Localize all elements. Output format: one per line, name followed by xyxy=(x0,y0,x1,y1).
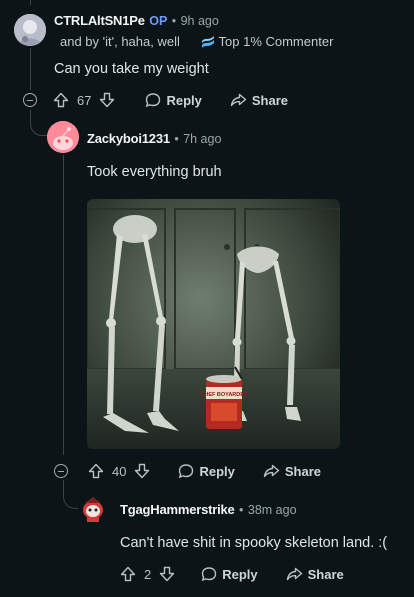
upvote-icon[interactable] xyxy=(88,463,104,479)
avatar[interactable] xyxy=(14,14,46,46)
share-button[interactable]: Share xyxy=(286,566,344,582)
collapse-icon[interactable] xyxy=(23,93,37,107)
reply-icon xyxy=(201,566,217,582)
upvote-icon[interactable] xyxy=(53,92,69,108)
reply-button[interactable]: Reply xyxy=(201,566,258,582)
vote-count: 2 xyxy=(144,566,152,582)
separator-dot: • xyxy=(174,132,179,146)
reply-button[interactable]: Reply xyxy=(178,463,235,479)
thread-line xyxy=(63,155,64,455)
thread-line-top xyxy=(30,0,31,5)
vote-count: 67 xyxy=(77,92,92,108)
username[interactable]: Zackyboi1231 xyxy=(87,131,170,146)
reply-icon xyxy=(178,463,194,479)
quoted-snippet: and by 'it', haha, well xyxy=(60,34,180,49)
collapse-icon[interactable] xyxy=(54,464,68,478)
share-icon xyxy=(286,566,303,582)
share-label: Share xyxy=(284,463,322,479)
timestamp: 9h ago xyxy=(180,14,219,28)
share-icon xyxy=(230,92,247,108)
comment-body: Can't have shit in spooky skeleton land.… xyxy=(120,535,388,551)
comment-actions: 2 Reply Share xyxy=(120,561,344,587)
reply-label: Reply xyxy=(199,463,235,479)
vote-group: 2 xyxy=(120,566,175,582)
downvote-icon[interactable] xyxy=(134,463,150,479)
avatar[interactable] xyxy=(47,121,79,153)
thread-connector xyxy=(30,110,47,136)
share-label: Share xyxy=(251,92,289,108)
comment-sub-line: and by 'it', haha, well Top 1% Commenter xyxy=(60,34,333,51)
timestamp: 7h ago xyxy=(183,132,222,146)
can-label: CHEF BOYARDEE xyxy=(200,392,247,398)
downvote-icon[interactable] xyxy=(99,92,115,108)
share-button[interactable]: Share xyxy=(230,92,288,108)
comment-header: CTRLAltSN1Pe OP • 9h ago xyxy=(54,12,219,30)
share-button[interactable]: Share xyxy=(263,463,321,479)
reply-icon xyxy=(145,92,161,108)
comment-body: Can you take my weight xyxy=(54,61,209,77)
comment-body: Took everything bruh xyxy=(87,164,222,180)
separator-dot: • xyxy=(239,503,244,517)
thread-connector xyxy=(63,480,79,509)
vote-count: 40 xyxy=(112,463,127,479)
reply-label: Reply xyxy=(222,566,258,582)
op-badge: OP xyxy=(149,14,168,28)
comment-header: Zackyboi1231 • 7h ago xyxy=(87,130,221,148)
skeleton-legs-photo: CHEF BOYARDEE xyxy=(87,199,340,449)
separator-dot: • xyxy=(171,14,177,28)
reply-label: Reply xyxy=(166,92,202,108)
reply-button[interactable]: Reply xyxy=(145,92,202,108)
vote-group: 67 xyxy=(53,92,115,108)
vote-group: 40 xyxy=(88,463,150,479)
share-icon xyxy=(263,463,280,479)
comment-actions: 67 Reply Share xyxy=(23,87,288,113)
username[interactable]: TgagHammerstrike xyxy=(120,502,235,517)
username[interactable]: CTRLAltSN1Pe xyxy=(54,13,145,28)
downvote-icon[interactable] xyxy=(159,566,175,582)
upvote-icon[interactable] xyxy=(120,566,136,582)
comment-image[interactable]: CHEF BOYARDEE xyxy=(87,199,340,449)
snoo-avatar-icon xyxy=(83,497,103,522)
comment-actions: 40 Reply Share xyxy=(54,458,321,484)
timestamp: 38m ago xyxy=(247,503,297,517)
snoo-avatar-icon xyxy=(47,121,79,153)
comment-header: TgagHammerstrike • 38m ago xyxy=(120,501,297,519)
share-label: Share xyxy=(307,566,344,582)
avatar-image xyxy=(14,14,46,46)
flair-icon xyxy=(201,36,215,51)
thread-line xyxy=(30,48,31,90)
avatar[interactable] xyxy=(78,493,108,523)
user-flair: Top 1% Commenter xyxy=(218,34,334,49)
